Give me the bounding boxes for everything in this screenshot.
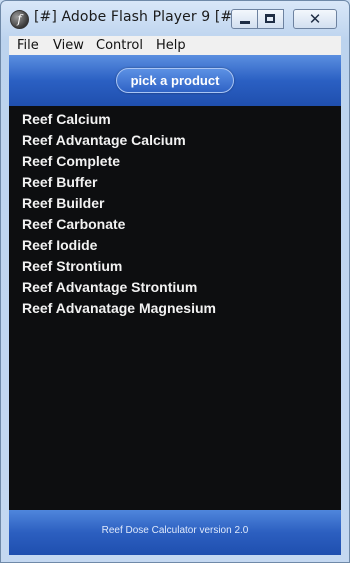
menu-bar: File View Control Help [9,36,341,55]
window-title: [#] Adobe Flash Player 9 [#] [34,9,238,25]
product-item-reef-iodide[interactable]: Reef Iodide [22,237,97,253]
product-item-reef-strontium[interactable]: Reef Strontium [22,258,122,274]
menu-help[interactable]: Help [156,38,186,53]
product-item-reef-calcium[interactable]: Reef Calcium [22,111,111,127]
minimize-button[interactable] [231,9,258,29]
close-icon: ✕ [308,10,322,28]
close-button[interactable]: ✕ [293,9,337,29]
maximize-icon [265,14,275,23]
version-text: Reef Dose Calculator version 2.0 [101,525,249,536]
product-item-reef-carbonate[interactable]: Reef Carbonate [22,216,125,232]
footer-bar: Reef Dose Calculator version 2.0 [9,510,341,555]
flash-stage: pick a product Reef Calcium Reef Advanta… [9,55,341,555]
menu-control[interactable]: Control [96,38,143,53]
pick-product-button[interactable]: pick a product [116,68,234,93]
maximize-button[interactable] [258,9,284,29]
minimize-icon [240,21,250,24]
product-item-reef-complete[interactable]: Reef Complete [22,153,120,169]
product-item-reef-buffer[interactable]: Reef Buffer [22,174,97,190]
menu-file[interactable]: File [17,38,39,53]
product-item-reef-builder[interactable]: Reef Builder [22,195,104,211]
flash-player-icon[interactable]: f [10,10,29,29]
product-item-reef-advantage-strontium[interactable]: Reef Advantage Strontium [22,279,197,295]
title-bar[interactable]: f [#] Adobe Flash Player 9 [#] ✕ [1,1,349,35]
menu-view[interactable]: View [53,38,84,53]
header-bar: pick a product [9,55,341,106]
product-item-reef-advantage-calcium[interactable]: Reef Advantage Calcium [22,132,186,148]
product-item-reef-advanatage-magnesium[interactable]: Reef Advanatage Magnesium [22,300,216,316]
flash-player-window: f [#] Adobe Flash Player 9 [#] ✕ File Vi… [0,0,350,563]
